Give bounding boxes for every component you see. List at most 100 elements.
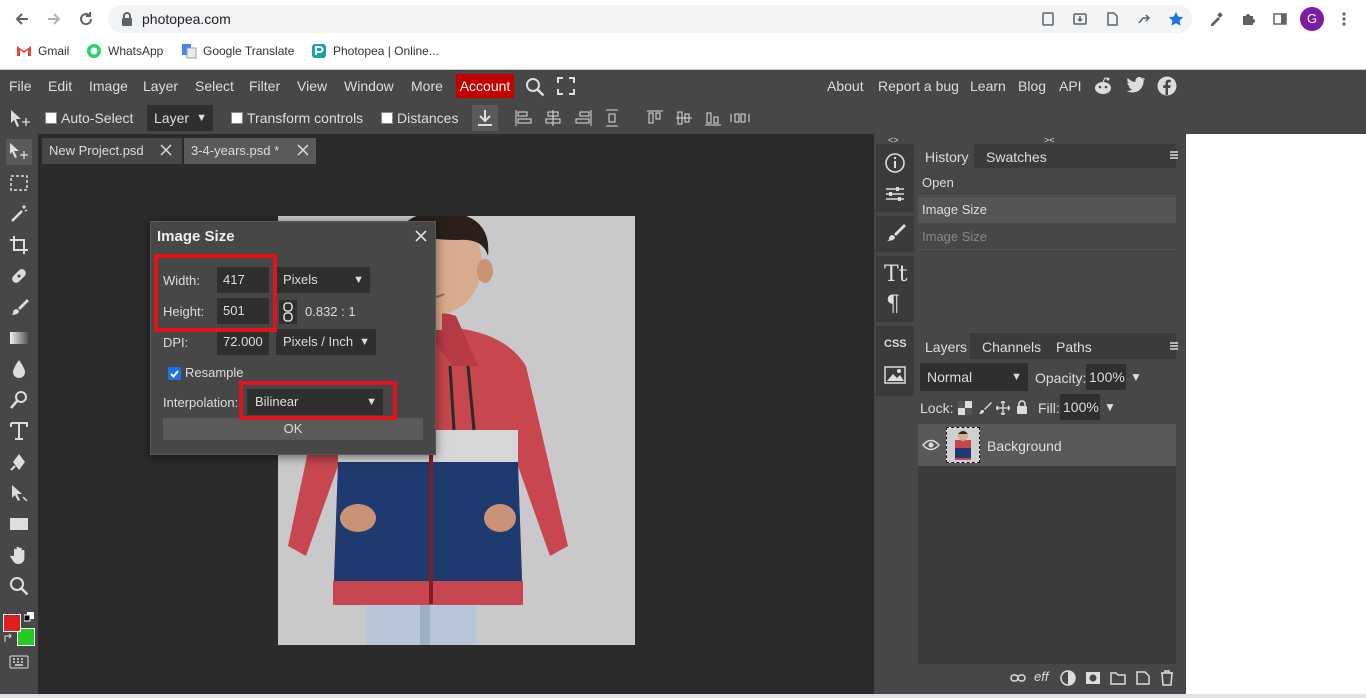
gradient-tool-icon[interactable]: [6, 325, 32, 351]
swap-colors-icon[interactable]: [4, 633, 14, 643]
history-item[interactable]: Open: [918, 170, 1176, 196]
panel-menu-icon[interactable]: [1169, 150, 1179, 160]
share-icon[interactable]: [1136, 11, 1152, 27]
install-app-icon[interactable]: [1072, 11, 1088, 27]
align-middle-icon[interactable]: [675, 109, 693, 127]
marquee-tool-icon[interactable]: [6, 170, 32, 196]
page-icon[interactable]: [1104, 11, 1120, 27]
save-page-icon[interactable]: [1040, 11, 1056, 27]
lock-position-icon[interactable]: [996, 401, 1010, 415]
link-layers-icon[interactable]: [1010, 672, 1026, 684]
adjustment-layer-icon[interactable]: [1060, 670, 1076, 686]
lock-all-icon[interactable]: [1016, 400, 1028, 415]
align-bottom-icon[interactable]: [704, 109, 722, 127]
bookmark-gmail[interactable]: Gmail: [16, 43, 69, 59]
bookmark-whatsapp[interactable]: WhatsApp: [86, 43, 163, 59]
hand-tool-icon[interactable]: [6, 542, 32, 568]
tab-history[interactable]: History: [925, 149, 969, 165]
dpi-input[interactable]: 72.000: [217, 329, 269, 355]
type-tool-icon[interactable]: [6, 418, 32, 444]
path-selection-tool-icon[interactable]: [6, 480, 32, 506]
menu-blog[interactable]: Blog: [1018, 78, 1046, 94]
lock-pixels-icon[interactable]: [978, 401, 992, 415]
layer-name[interactable]: Background: [987, 438, 1062, 454]
constrain-proportions-icon[interactable]: [279, 300, 297, 324]
move-tool-icon[interactable]: [6, 139, 32, 165]
lock-transparency-icon[interactable]: [958, 401, 972, 415]
dpi-unit-dropdown[interactable]: Pixels / Inch ▼: [276, 329, 376, 355]
tab-swatches[interactable]: Swatches: [986, 149, 1047, 165]
menu-edit[interactable]: Edit: [48, 78, 72, 94]
visibility-eye-icon[interactable]: [922, 439, 940, 451]
menu-view[interactable]: View: [297, 78, 327, 94]
side-panel-icon[interactable]: [1270, 9, 1290, 29]
close-icon[interactable]: [415, 230, 427, 242]
image-icon[interactable]: [884, 366, 906, 384]
magic-wand-tool-icon[interactable]: [6, 201, 32, 227]
healing-brush-tool-icon[interactable]: [6, 263, 32, 289]
align-center-icon[interactable]: [544, 109, 562, 127]
history-item[interactable]: Image Size: [918, 197, 1176, 223]
keyboard-icon[interactable]: [9, 655, 29, 669]
transform-controls-checkbox[interactable]: [231, 112, 243, 124]
menu-learn[interactable]: Learn: [970, 78, 1006, 94]
dodge-tool-icon[interactable]: [6, 387, 32, 413]
history-item[interactable]: Image Size: [918, 224, 1176, 250]
eyedropper-extension-icon[interactable]: [1206, 9, 1226, 29]
close-tab-icon[interactable]: [297, 144, 309, 156]
address-bar[interactable]: photopea.com: [108, 5, 1192, 33]
foreground-color-swatch-front[interactable]: [3, 614, 21, 632]
align-top-icon[interactable]: [646, 109, 664, 127]
fullscreen-icon[interactable]: [557, 77, 575, 95]
fill-dropdown-icon[interactable]: ▼: [1104, 400, 1116, 414]
paragraph-icon[interactable]: ¶: [886, 292, 900, 317]
twitter-icon[interactable]: [1126, 77, 1146, 94]
info-icon[interactable]: [884, 152, 906, 174]
bookmark-star-icon[interactable]: [1168, 11, 1184, 27]
search-icon[interactable]: [525, 77, 545, 97]
menu-more[interactable]: More: [411, 78, 443, 94]
panel-menu-icon[interactable]: [1169, 341, 1179, 351]
delete-layer-icon[interactable]: [1159, 670, 1175, 686]
default-colors-icon[interactable]: [24, 612, 34, 622]
profile-avatar[interactable]: G: [1300, 7, 1324, 31]
bookmark-photopea[interactable]: Photopea | Online...: [311, 43, 439, 59]
distribute-spacing-icon[interactable]: [730, 109, 750, 127]
auto-select-target-dropdown[interactable]: Layer ▼: [147, 105, 213, 131]
layer-effects-icon[interactable]: eff: [1034, 669, 1048, 684]
size-unit-dropdown[interactable]: Pixels ▼: [276, 267, 370, 293]
menu-image[interactable]: Image: [89, 78, 128, 94]
adjustments-icon[interactable]: [884, 184, 906, 204]
opacity-dropdown-icon[interactable]: ▼: [1130, 370, 1142, 384]
css-icon[interactable]: CSS: [884, 338, 907, 350]
distances-checkbox[interactable]: [381, 112, 393, 124]
account-button[interactable]: Account: [456, 74, 514, 98]
menu-about[interactable]: About: [827, 78, 864, 94]
crop-tool-icon[interactable]: [6, 232, 32, 258]
close-tab-icon[interactable]: [160, 144, 172, 156]
new-folder-icon[interactable]: [1110, 671, 1126, 685]
menu-window[interactable]: Window: [344, 78, 394, 94]
layer-mask-icon[interactable]: [1085, 671, 1101, 685]
fill-input[interactable]: 100%: [1060, 394, 1100, 420]
download-icon[interactable]: [472, 105, 498, 131]
reddit-icon[interactable]: [1093, 76, 1113, 96]
menu-api[interactable]: API: [1059, 78, 1082, 94]
auto-select-checkbox[interactable]: [45, 112, 57, 124]
menu-select[interactable]: Select: [195, 78, 234, 94]
character-icon[interactable]: Tt: [884, 262, 908, 287]
tab-paths[interactable]: Paths: [1056, 339, 1092, 355]
tab-channels[interactable]: Channels: [982, 339, 1041, 355]
zoom-tool-icon[interactable]: [6, 573, 32, 599]
brush-settings-icon[interactable]: [884, 222, 906, 244]
ok-button[interactable]: OK: [163, 418, 423, 440]
align-right-icon[interactable]: [575, 109, 593, 127]
browser-menu-icon[interactable]: [1334, 9, 1354, 29]
move-tool-icon[interactable]: [9, 109, 33, 129]
menu-report-bug[interactable]: Report a bug: [878, 78, 959, 94]
blend-mode-dropdown[interactable]: Normal ▼: [920, 363, 1028, 391]
bookmark-google-translate[interactable]: Google Translate: [181, 43, 294, 59]
align-left-icon[interactable]: [514, 109, 532, 127]
menu-layer[interactable]: Layer: [143, 78, 178, 94]
extensions-puzzle-icon[interactable]: [1238, 9, 1258, 29]
